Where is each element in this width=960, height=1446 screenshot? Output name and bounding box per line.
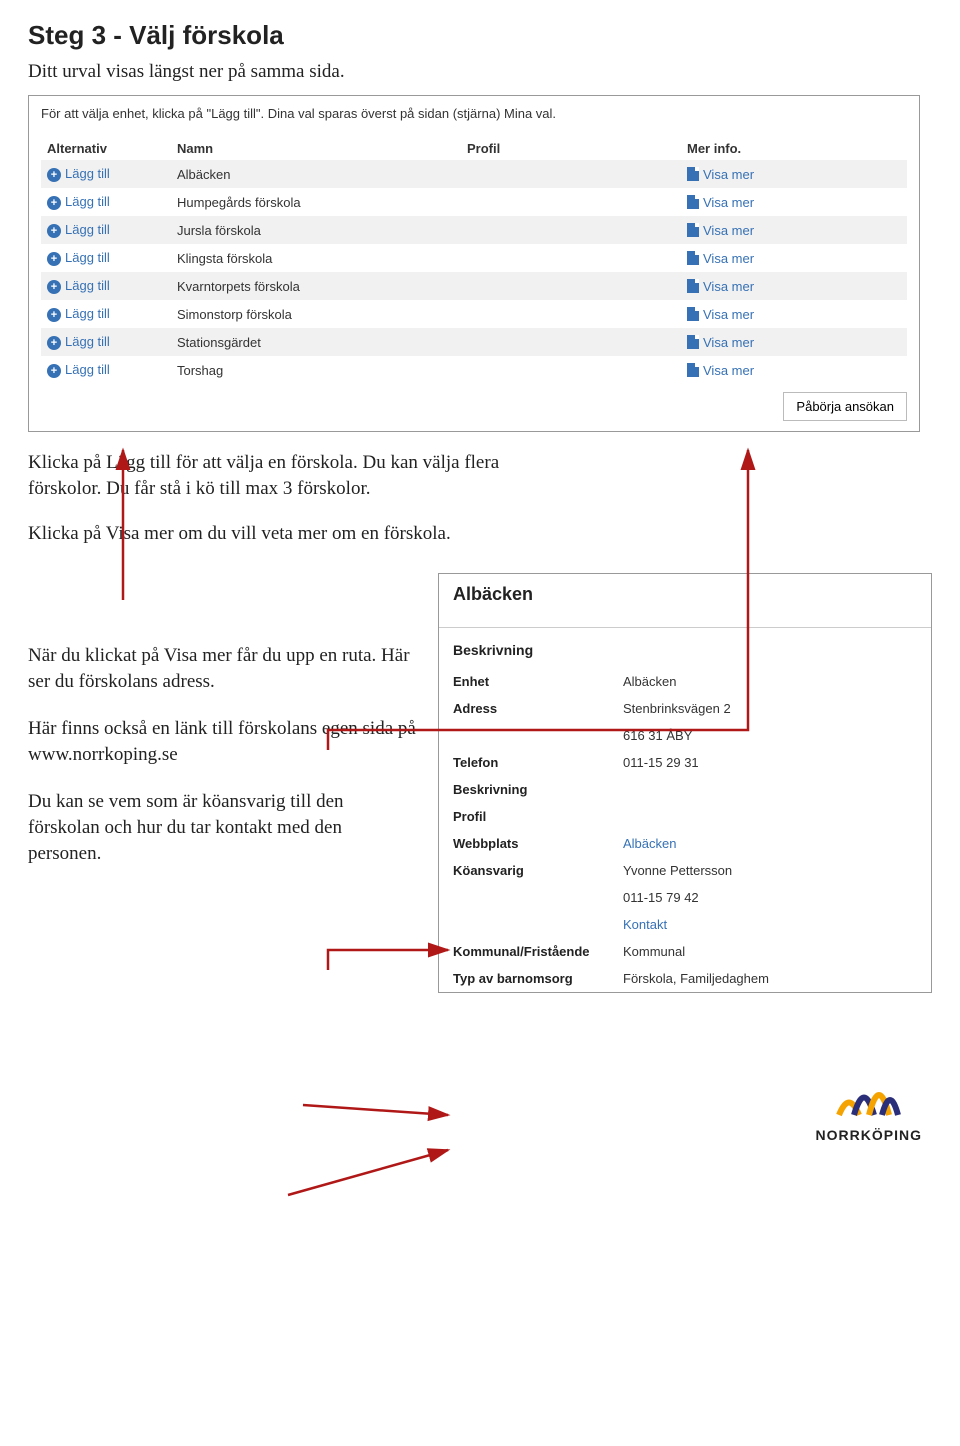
help-visa-mer: Klicka på Visa mer om du vill veta mer o… (28, 521, 548, 547)
help-lank: Här finns också en länk till förskolans … (28, 716, 418, 767)
plus-icon: + (47, 224, 61, 238)
kommunal-label: Kommunal/Fristående (453, 944, 623, 959)
add-cell[interactable]: +Lägg till (41, 216, 171, 244)
panel-hint: För att välja enhet, klicka på "Lägg til… (41, 106, 907, 121)
name-cell: Jursla förskola (171, 216, 461, 244)
document-icon (687, 251, 699, 265)
more-cell[interactable]: Visa mer (681, 272, 907, 300)
document-icon (687, 335, 699, 349)
start-application-button[interactable]: Påbörja ansökan (783, 392, 907, 421)
table-row: +Lägg tillTorshag Visa mer (41, 356, 907, 384)
col-alternativ: Alternativ (41, 137, 171, 160)
plus-icon: + (47, 196, 61, 210)
add-cell[interactable]: +Lägg till (41, 160, 171, 188)
more-cell[interactable]: Visa mer (681, 356, 907, 384)
adress-value2: 616 31 ÅBY (623, 728, 917, 743)
logo-icon (834, 1060, 904, 1120)
typ-value: Förskola, Familjedaghem (623, 971, 917, 986)
table-row: +Lägg tillStationsgärdet Visa mer (41, 328, 907, 356)
document-icon (687, 307, 699, 321)
name-cell: Kvarntorpets förskola (171, 272, 461, 300)
webbplats-label: Webbplats (453, 836, 623, 851)
beskrivning-label: Beskrivning (453, 782, 623, 797)
document-icon (687, 195, 699, 209)
help-lagg-till: Klicka på Lägg till för att välja en för… (28, 450, 548, 501)
name-cell: Simonstorp förskola (171, 300, 461, 328)
enhet-value: Albäcken (623, 674, 917, 689)
add-cell[interactable]: +Lägg till (41, 188, 171, 216)
koansvarig-tel: 011-15 79 42 (623, 890, 917, 905)
document-icon (687, 279, 699, 293)
enhet-label: Enhet (453, 674, 623, 689)
more-cell[interactable]: Visa mer (681, 328, 907, 356)
kontakt-link[interactable]: Kontakt (623, 917, 917, 932)
info-card: Albäcken Beskrivning EnhetAlbäcken Adres… (438, 573, 932, 993)
table-row: +Lägg tillJursla förskola Visa mer (41, 216, 907, 244)
telefon-value: 011-15 29 31 (623, 755, 917, 770)
intro-text: Ditt urval visas längst ner på samma sid… (28, 61, 932, 83)
plus-icon: + (47, 336, 61, 350)
name-cell: Stationsgärdet (171, 328, 461, 356)
more-cell[interactable]: Visa mer (681, 160, 907, 188)
koansvarig-value: Yvonne Pettersson (623, 863, 917, 878)
telefon-label: Telefon (453, 755, 623, 770)
table-row: +Lägg tillKlingsta förskola Visa mer (41, 244, 907, 272)
name-cell: Humpegårds förskola (171, 188, 461, 216)
koansvarig-label: Köansvarig (453, 863, 623, 878)
plus-icon: + (47, 252, 61, 266)
plus-icon: + (47, 168, 61, 182)
plus-icon: + (47, 280, 61, 294)
add-cell[interactable]: +Lägg till (41, 328, 171, 356)
col-profil: Profil (461, 137, 681, 160)
more-cell[interactable]: Visa mer (681, 216, 907, 244)
add-cell[interactable]: +Lägg till (41, 300, 171, 328)
name-cell: Klingsta förskola (171, 244, 461, 272)
add-cell[interactable]: +Lägg till (41, 272, 171, 300)
table-row: +Lägg tillSimonstorp förskola Visa mer (41, 300, 907, 328)
adress-value1: Stenbrinksvägen 2 (623, 701, 917, 716)
webbplats-link[interactable]: Albäcken (623, 836, 917, 851)
plus-icon: + (47, 308, 61, 322)
logo-text: NORRKÖPING (816, 1127, 922, 1143)
norrkoping-logo: NORRKÖPING (816, 1060, 922, 1143)
schools-table: Alternativ Namn Profil Mer info. +Lägg t… (41, 137, 907, 384)
document-icon (687, 223, 699, 237)
table-row: +Lägg tillKvarntorpets förskola Visa mer (41, 272, 907, 300)
page-title: Steg 3 - Välj förskola (28, 20, 932, 51)
more-cell[interactable]: Visa mer (681, 188, 907, 216)
profil-label: Profil (453, 809, 623, 824)
typ-label: Typ av barnomsorg (453, 971, 623, 986)
plus-icon: + (47, 364, 61, 378)
add-cell[interactable]: +Lägg till (41, 244, 171, 272)
name-cell: Torshag (171, 356, 461, 384)
table-row: +Lägg tillHumpegårds förskola Visa mer (41, 188, 907, 216)
selection-panel: För att välja enhet, klicka på "Lägg til… (28, 95, 920, 432)
kommunal-value: Kommunal (623, 944, 917, 959)
col-mer: Mer info. (681, 137, 907, 160)
more-cell[interactable]: Visa mer (681, 300, 907, 328)
col-namn: Namn (171, 137, 461, 160)
card-title: Albäcken (439, 574, 931, 628)
adress-label: Adress (453, 701, 623, 716)
help-ruta: När du klickat på Visa mer får du upp en… (28, 643, 418, 694)
card-sub: Beskrivning (439, 628, 931, 668)
help-ko: Du kan se vem som är köansvarig till den… (28, 789, 418, 866)
add-cell[interactable]: +Lägg till (41, 356, 171, 384)
table-row: +Lägg tillAlbäcken Visa mer (41, 160, 907, 188)
more-cell[interactable]: Visa mer (681, 244, 907, 272)
document-icon (687, 363, 699, 377)
document-icon (687, 167, 699, 181)
name-cell: Albäcken (171, 160, 461, 188)
